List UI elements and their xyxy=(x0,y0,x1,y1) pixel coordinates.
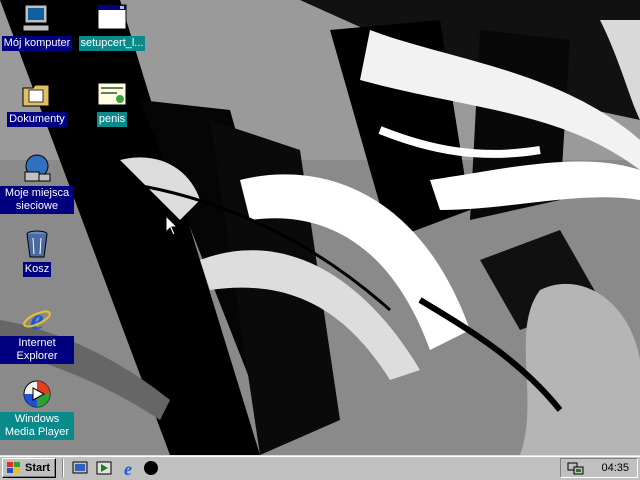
window-file-icon xyxy=(97,4,127,30)
desktop-icon-setupcert[interactable]: setupcert_l... xyxy=(75,2,149,51)
desktop-icon-recycle-bin[interactable]: Kosz xyxy=(0,228,74,277)
internet-explorer-icon: e xyxy=(23,303,51,334)
black-circle-icon[interactable] xyxy=(142,459,162,477)
desktop-icon-media-player[interactable]: Windows Media Player xyxy=(0,378,74,440)
media-player-icon xyxy=(23,380,51,408)
folder-documents-icon xyxy=(22,84,50,107)
clock[interactable]: 04:35 xyxy=(601,462,629,474)
icon-label: Internet Explorer xyxy=(0,336,74,364)
start-button[interactable]: Start xyxy=(2,458,56,478)
icon-label: Kosz xyxy=(22,262,52,277)
icon-label: Windows Media Player xyxy=(0,412,74,440)
network-tray-icon[interactable] xyxy=(567,460,585,476)
desktop-icon-network-places[interactable]: Moje miejsca sieciowe xyxy=(0,152,74,214)
start-label: Start xyxy=(25,462,51,474)
certificate-file-icon xyxy=(97,82,127,106)
my-computer-icon xyxy=(22,4,50,32)
icon-label: setupcert_l... xyxy=(78,36,146,51)
svg-text:e: e xyxy=(30,303,43,334)
desktop-icon-internet-explorer[interactable]: e Internet Explorer xyxy=(0,302,74,364)
recycle-bin-icon xyxy=(26,230,48,258)
icon-label: Moje miejsca sieciowe xyxy=(0,186,74,214)
windows-logo-icon xyxy=(7,462,20,473)
internet-explorer-icon[interactable]: e xyxy=(118,459,138,477)
show-desktop-icon[interactable] xyxy=(70,459,90,477)
taskbar: Start e 04:35 xyxy=(0,455,640,480)
system-tray: 04:35 xyxy=(560,458,638,478)
desktop-icon-my-computer[interactable]: Mój komputer xyxy=(0,2,74,51)
icon-label: Dokumenty xyxy=(7,112,67,127)
network-places-icon xyxy=(24,154,51,182)
abstract-wallpaper xyxy=(0,0,640,455)
icon-label: Mój komputer xyxy=(1,36,73,51)
svg-text:e: e xyxy=(124,459,132,477)
desktop-icon-certificate-file[interactable]: penis xyxy=(75,78,149,127)
icon-label: penis xyxy=(96,112,128,127)
desktop-icon-documents[interactable]: Dokumenty xyxy=(0,78,74,127)
taskbar-separator xyxy=(62,459,64,477)
mouse-cursor xyxy=(165,215,179,236)
media-icon[interactable] xyxy=(94,459,114,477)
desktop[interactable]: Mój komputer setupcert_l... Dokumenty pe… xyxy=(0,0,640,455)
